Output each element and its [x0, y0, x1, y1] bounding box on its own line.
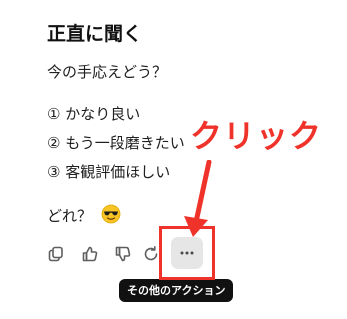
annotation-arrow-icon	[184, 160, 212, 237]
option-marker: ①	[47, 105, 61, 123]
option-marker: ③	[47, 163, 61, 181]
thumbs-up-icon	[82, 246, 98, 262]
message-closing: どれ？	[47, 204, 121, 229]
option-text: もう一段磨きたい	[65, 134, 185, 152]
option-text: 客観評価ほしい	[65, 163, 171, 181]
option-item: ② もう一段磨きたい	[47, 133, 185, 153]
copy-icon	[48, 246, 63, 262]
message-question: 今の手応えどう？	[47, 63, 168, 81]
retry-icon	[144, 246, 158, 261]
thumbs-down-icon	[115, 246, 131, 262]
sunglasses-emoji-icon	[101, 204, 121, 229]
dislike-button[interactable]	[112, 243, 134, 265]
option-item: ① かなり良い	[47, 104, 140, 124]
option-text: かなり良い	[65, 105, 141, 123]
message-heading: 正直に聞く	[47, 23, 143, 45]
closing-text: どれ？	[47, 207, 93, 225]
option-marker: ②	[47, 134, 61, 152]
more-actions-tooltip: その他のアクション	[119, 279, 234, 302]
annotation-label: クリック	[190, 117, 323, 155]
option-item: ③ 客観評価ほしい	[47, 162, 170, 182]
like-button[interactable]	[79, 243, 101, 265]
copy-button[interactable]	[45, 243, 67, 265]
